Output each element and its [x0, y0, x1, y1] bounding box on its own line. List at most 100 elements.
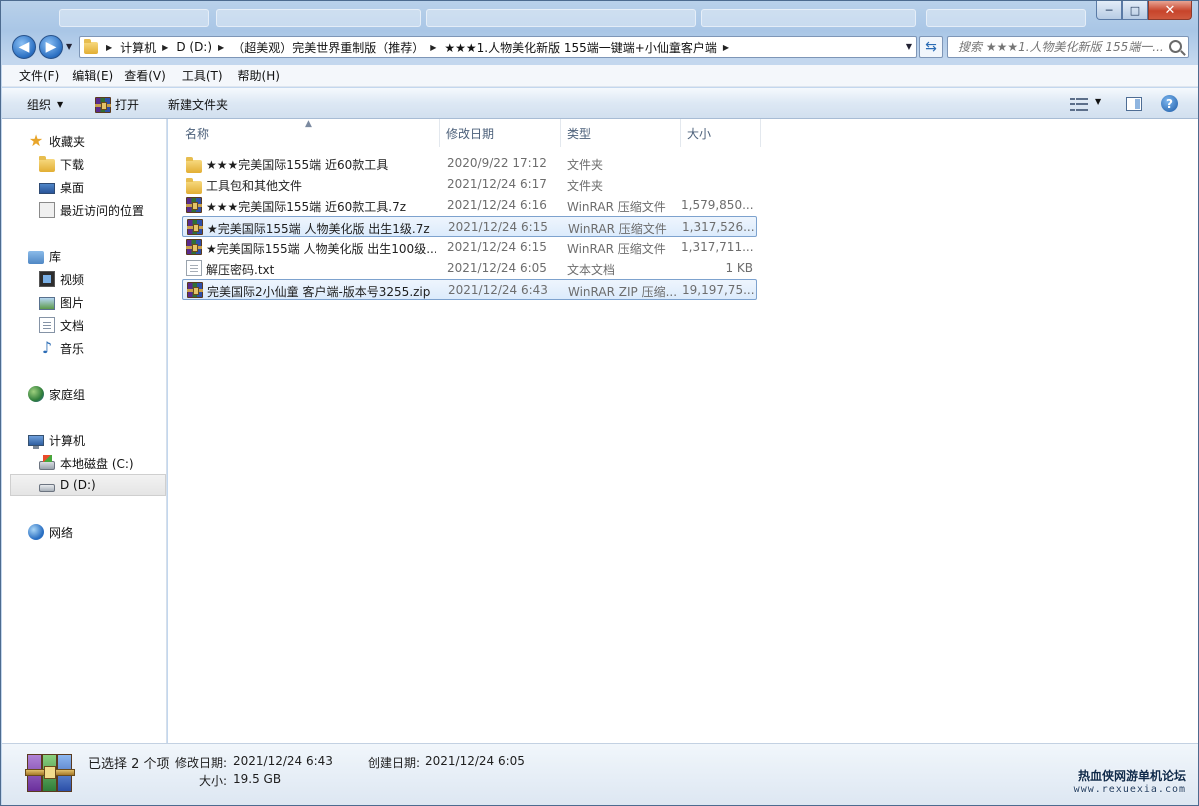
file-type: 文件夹	[567, 179, 604, 193]
nav-music[interactable]: ♪ 音乐	[2, 337, 167, 359]
chevron-right-icon[interactable]: ▶	[106, 43, 112, 52]
file-modified: 2020/9/22 17:12	[447, 156, 547, 170]
minimize-button[interactable]: ─	[1096, 1, 1122, 20]
nav-recent-places[interactable]: 最近访问的位置	[2, 199, 167, 221]
chevron-right-icon[interactable]: ▶	[430, 43, 436, 52]
column-header-name[interactable]: 名称	[179, 119, 440, 147]
chevron-right-icon[interactable]: ▶	[723, 43, 729, 52]
file-row[interactable]: ★★★完美国际155端 近60款工具 2020/9/22 17:12 文件夹	[182, 153, 757, 174]
view-options-dropdown[interactable]: ▼	[1095, 97, 1101, 106]
nav-drive-c[interactable]: 本地磁盘 (C:)	[2, 452, 167, 474]
breadcrumb-parent-folder[interactable]: （超美观）完美世界重制版（推荐）	[232, 39, 424, 56]
breadcrumb-current-folder[interactable]: ★★★1.人物美化新版 155端一键端+小仙童客户端	[444, 39, 717, 56]
column-header-size[interactable]: 大小	[681, 119, 761, 147]
address-row: ◀ ▶ ▼ ▶ 计算机 ▶ D (D:) ▶ （超美观）完美世界重制版（推荐） …	[1, 31, 1198, 63]
refresh-button[interactable]: ⇆	[919, 36, 943, 58]
nav-videos[interactable]: 视频	[2, 268, 167, 290]
nav-network[interactable]: 网络	[2, 521, 167, 543]
file-size: 1,579,850...	[681, 198, 753, 212]
file-modified: 2021/12/24 6:15	[447, 240, 547, 254]
preview-pane-button[interactable]	[1126, 97, 1142, 111]
search-input[interactable]	[958, 40, 1170, 54]
winrar-icon	[187, 282, 203, 298]
background-window-tab	[426, 9, 696, 27]
file-size: 19,197,75...	[682, 283, 754, 297]
address-bar[interactable]: ▶ 计算机 ▶ D (D:) ▶ （超美观）完美世界重制版（推荐） ▶ ★★★1…	[79, 36, 917, 58]
recent-places-icon	[39, 202, 55, 218]
refresh-icon: ⇆	[925, 39, 937, 55]
nav-label: 桌面	[60, 180, 85, 195]
new-folder-button[interactable]: 新建文件夹	[168, 96, 228, 113]
menu-tools[interactable]: 工具(T)	[173, 67, 230, 84]
nav-label: 库	[49, 249, 62, 264]
organize-button[interactable]: 组织 ▼	[27, 96, 63, 113]
search-box[interactable]	[947, 36, 1189, 58]
forward-button[interactable]: ▶	[39, 35, 63, 59]
arrow-left-icon: ◀	[18, 39, 30, 55]
recent-pages-dropdown[interactable]: ▼	[66, 42, 72, 51]
address-history-dropdown[interactable]: ▼	[906, 42, 912, 51]
nav-computer[interactable]: 计算机	[2, 429, 167, 451]
created-value: 2021/12/24 6:05	[425, 754, 525, 768]
file-size: 1,317,711...	[681, 240, 753, 254]
videos-icon	[39, 271, 55, 287]
column-header-modified[interactable]: 修改日期	[440, 119, 561, 147]
help-icon: ?	[1166, 96, 1173, 111]
organize-label: 组织	[27, 98, 52, 112]
nav-documents[interactable]: 文档	[2, 314, 167, 336]
file-name: 解压密码.txt	[206, 263, 275, 277]
file-type: 文本文档	[567, 263, 616, 277]
file-modified: 2021/12/24 6:43	[448, 283, 548, 297]
breadcrumb-drive-d[interactable]: D (D:)	[176, 40, 212, 54]
menu-help[interactable]: 帮助(H)	[230, 67, 287, 84]
created-label: 创建日期:	[368, 756, 421, 770]
pictures-icon	[39, 296, 55, 310]
nav-drive-d[interactable]: D (D:)	[10, 474, 166, 496]
maximize-icon: □	[1129, 3, 1141, 17]
file-row[interactable]: ★完美国际155端 人物美化版 出生100级... 2021/12/24 6:15…	[182, 237, 757, 258]
nav-downloads[interactable]: 下载	[2, 153, 167, 175]
open-button[interactable]: 打开	[95, 96, 139, 113]
size-label: 大小:	[199, 774, 228, 788]
back-button[interactable]: ◀	[12, 35, 36, 59]
breadcrumb-computer[interactable]: 计算机	[120, 39, 156, 56]
menu-edit[interactable]: 编辑(E)	[66, 67, 120, 84]
file-row[interactable]: 完美国际2小仙童 客户端-版本号3255.zip 2021/12/24 6:43 W…	[182, 279, 757, 300]
file-name: ★★★完美国际155端 近60款工具.7z	[206, 200, 407, 214]
title-bar: ─ □ ✕	[1, 1, 1198, 31]
file-name: ★★★完美国际155端 近60款工具	[206, 158, 389, 172]
nav-label: 最近访问的位置	[60, 203, 145, 218]
search-icon[interactable]	[1169, 40, 1182, 53]
command-bar: 组织 ▼ 打开 新建文件夹 ▼ ?	[2, 88, 1198, 119]
file-row[interactable]: 解压密码.txt 2021/12/24 6:05 文本文档 1 KB	[182, 258, 757, 279]
window-controls: ─ □ ✕	[1096, 1, 1192, 20]
column-header-type[interactable]: 类型	[561, 119, 681, 147]
chevron-down-icon: ▼	[57, 100, 64, 109]
file-name: 工具包和其他文件	[206, 179, 303, 193]
nav-favorites[interactable]: ★ 收藏夹	[2, 130, 167, 152]
chevron-right-icon[interactable]: ▶	[218, 43, 224, 52]
details-pane: 已选择 2 个项 修改日期: 2021/12/24 6:43 创建日期: 202…	[2, 743, 1198, 805]
close-button[interactable]: ✕	[1148, 1, 1192, 20]
winrar-icon	[186, 197, 202, 213]
nav-libraries[interactable]: 库	[2, 245, 167, 267]
nav-pictures[interactable]: 图片	[2, 291, 167, 313]
file-type: 文件夹	[567, 158, 604, 172]
nav-homegroup[interactable]: 家庭组	[2, 383, 167, 405]
chevron-right-icon[interactable]: ▶	[162, 43, 168, 52]
help-button[interactable]: ?	[1161, 95, 1178, 112]
file-size: 1,317,526...	[682, 220, 754, 234]
file-row[interactable]: 工具包和其他文件 2021/12/24 6:17 文件夹	[182, 174, 757, 195]
nav-label: 下载	[60, 157, 85, 172]
text-file-icon	[186, 260, 202, 276]
modified-label: 修改日期:	[175, 756, 228, 770]
change-view-button[interactable]	[1070, 98, 1088, 112]
menu-file[interactable]: 文件(F)	[2, 67, 66, 84]
maximize-button[interactable]: □	[1122, 1, 1148, 20]
nav-desktop[interactable]: 桌面	[2, 176, 167, 198]
menu-view[interactable]: 查看(V)	[120, 67, 173, 84]
file-row[interactable]: ★完美国际155端 人物美化版 出生1级.7z 2021/12/24 6:15 Wi…	[182, 216, 757, 237]
file-row[interactable]: ★★★完美国际155端 近60款工具.7z 2021/12/24 6:16 WinR…	[182, 195, 757, 216]
file-type: WinRAR 压缩文件	[568, 222, 667, 236]
nav-label: 音乐	[60, 341, 85, 356]
